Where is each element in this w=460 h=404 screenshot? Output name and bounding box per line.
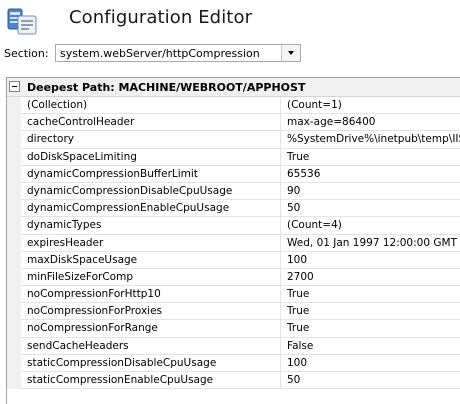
row-gutter	[7, 354, 21, 372]
group-title: Deepest Path: MACHINE/WEBROOT/APPHOST	[27, 81, 306, 94]
property-name[interactable]: dynamicTypes	[21, 217, 281, 235]
property-value[interactable]: Wed, 01 Jan 1997 12:00:00 GMT	[281, 235, 460, 252]
property-row[interactable]: sendCacheHeaders False	[7, 337, 460, 355]
row-gutter	[7, 268, 21, 287]
property-value[interactable]: 50	[281, 372, 460, 390]
property-name[interactable]: minFileSizeForComp	[21, 268, 281, 287]
property-value[interactable]: 100	[281, 252, 460, 269]
row-gutter	[7, 97, 21, 115]
row-gutter	[7, 337, 21, 355]
property-row[interactable]: dynamicCompressionEnableCpuUsage 50	[7, 200, 460, 218]
property-name[interactable]: cacheControlHeader	[21, 114, 281, 132]
property-name[interactable]: sendCacheHeaders	[21, 337, 281, 355]
property-name[interactable]: dynamicCompressionDisableCpuUsage	[21, 182, 281, 201]
chevron-down-icon	[288, 51, 294, 55]
row-gutter	[7, 372, 21, 390]
section-row: Section: system.webServer/httpCompressio…	[0, 43, 460, 65]
config-editor-icon	[6, 6, 42, 36]
row-gutter	[7, 303, 21, 321]
row-gutter	[7, 114, 21, 132]
property-row[interactable]: dynamicCompressionBufferLimit 65536	[7, 165, 460, 183]
property-value[interactable]: True	[281, 286, 460, 304]
group-header[interactable]: Deepest Path: MACHINE/WEBROOT/APPHOST	[7, 78, 460, 97]
property-value[interactable]: True	[281, 303, 460, 321]
property-value[interactable]: True	[281, 149, 460, 166]
property-grid: Deepest Path: MACHINE/WEBROOT/APPHOST (C…	[6, 77, 460, 404]
row-gutter	[7, 131, 21, 149]
property-row[interactable]: staticCompressionDisableCpuUsage 100	[7, 354, 460, 372]
property-value[interactable]: True	[281, 320, 460, 338]
section-value: system.webServer/httpCompression	[60, 47, 260, 60]
header: Configuration Editor	[0, 0, 460, 40]
property-value[interactable]: 65536	[281, 166, 460, 183]
property-name[interactable]: noCompressionForRange	[21, 320, 281, 338]
property-row[interactable]: (Collection) (Count=1)	[7, 97, 460, 115]
row-gutter	[7, 286, 21, 304]
row-gutter	[7, 217, 21, 235]
property-row[interactable]: directory %SystemDrive%\inetpub\temp\IIS	[7, 131, 460, 149]
property-name[interactable]: noCompressionForProxies	[21, 303, 281, 321]
property-row[interactable]: noCompressionForProxies True	[7, 303, 460, 321]
section-label: Section:	[4, 47, 49, 60]
property-name[interactable]: dynamicCompressionEnableCpuUsage	[21, 200, 281, 218]
property-value[interactable]: False	[281, 338, 460, 355]
property-value[interactable]: 90	[281, 183, 460, 201]
property-row[interactable]: minFileSizeForComp 2700	[7, 268, 460, 287]
collapse-icon[interactable]	[9, 81, 20, 92]
row-gutter	[7, 200, 21, 218]
property-row[interactable]: staticCompressionEnableCpuUsage 50	[7, 372, 460, 390]
property-value[interactable]: 2700	[281, 269, 460, 287]
property-row[interactable]: dynamicTypes (Count=4)	[7, 217, 460, 235]
property-row[interactable]: dynamicCompressionDisableCpuUsage 90	[7, 182, 460, 201]
property-name[interactable]: staticCompressionEnableCpuUsage	[21, 372, 281, 390]
property-value[interactable]: %SystemDrive%\inetpub\temp\IIS	[281, 131, 460, 149]
property-name[interactable]: dynamicCompressionBufferLimit	[21, 165, 281, 183]
row-gutter	[7, 320, 21, 338]
property-value[interactable]: 100	[281, 355, 460, 372]
property-row[interactable]: noCompressionForRange True	[7, 320, 460, 338]
property-name[interactable]: doDiskSpaceLimiting	[21, 148, 281, 166]
property-name[interactable]: expiresHeader	[21, 234, 281, 252]
property-rows: (Collection) (Count=1) cacheControlHeader m…	[7, 97, 460, 390]
row-gutter	[7, 165, 21, 183]
section-dropdown-button[interactable]	[281, 45, 300, 61]
row-gutter	[7, 251, 21, 269]
property-value[interactable]: (Count=4)	[281, 217, 460, 235]
property-name[interactable]: directory	[21, 131, 281, 149]
property-name[interactable]: maxDiskSpaceUsage	[21, 251, 281, 269]
page-title: Configuration Editor	[69, 7, 253, 28]
row-gutter	[7, 182, 21, 201]
row-gutter	[7, 148, 21, 166]
property-row[interactable]: doDiskSpaceLimiting True	[7, 148, 460, 166]
row-gutter	[7, 234, 21, 252]
property-row[interactable]: cacheControlHeader max-age=86400	[7, 114, 460, 132]
section-dropdown[interactable]: system.webServer/httpCompression	[55, 44, 301, 62]
property-name[interactable]: (Collection)	[21, 97, 281, 115]
property-row[interactable]: maxDiskSpaceUsage 100	[7, 251, 460, 269]
property-name[interactable]: noCompressionForHttp10	[21, 286, 281, 304]
property-value[interactable]: 50	[281, 200, 460, 218]
property-name[interactable]: staticCompressionDisableCpuUsage	[21, 354, 281, 372]
property-row[interactable]: noCompressionForHttp10 True	[7, 286, 460, 304]
property-value[interactable]: (Count=1)	[281, 97, 460, 115]
property-row[interactable]: expiresHeader Wed, 01 Jan 1997 12:00:00 G…	[7, 234, 460, 252]
property-value[interactable]: max-age=86400	[281, 114, 460, 132]
